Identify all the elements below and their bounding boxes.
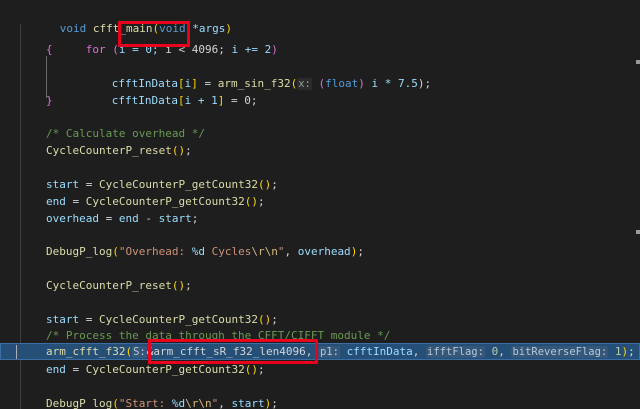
variable: end [46,363,66,376]
argument: cfftInData [346,345,413,358]
comment: /* Calculate overhead */ [46,127,205,140]
string-literal: Cycles [204,245,252,258]
code-line-zero[interactable]: cfftInData[i + 1] = 0; [0,75,640,107]
code-line-overhead[interactable]: overhead = end - start; [0,210,640,227]
code-line-sin[interactable]: cfftInData[i] = arm_sin_f32(x: (float) i… [0,58,640,90]
code-line-for[interactable]: for (i = 0; i < 4096; i += 2) [0,24,640,56]
parameter-hint: S: [132,346,147,358]
string-literal: "Overhead: [118,245,192,258]
scrollbar-marker[interactable] [636,230,640,234]
function-call[interactable]: DebugP_log [46,397,112,409]
variable: overhead [46,212,99,225]
argument: 0 [491,345,499,358]
brace-open: { [46,43,53,56]
variable: end [118,212,139,225]
parameter-hint: ifftFlag: [426,346,485,358]
variable: start [158,212,192,225]
code-line-reset1[interactable]: CycleCounterP_reset(); [0,142,640,159]
parameter-hint: bitReverseFlag: [511,346,609,358]
variable: start [231,397,265,409]
code-line-comment-overhead[interactable]: /* Calculate overhead */ [0,125,640,142]
code-line-end2[interactable]: end = CycleCounterP_getCount32(); [0,361,640,378]
code-line-end1[interactable]: end = CycleCounterP_getCount32(); [0,193,640,210]
code-line-signature[interactable]: void cfft_main(void *args) [0,3,640,35]
variable: start [46,313,80,326]
parameter-hint: p1: [318,346,340,358]
string-literal: " [277,245,285,258]
string-literal: "Start: [118,397,172,409]
escape-sequence: \r\n [185,397,212,409]
code-editor[interactable]: void cfft_main(void *args) for (i = 0; i… [0,0,640,409]
variable: start [46,178,80,191]
variable: end [46,195,66,208]
brace-close: } [46,94,53,107]
function-call[interactable]: CycleCounterP_getCount32 [99,313,258,326]
function-call[interactable]: CycleCounterP_getCount32 [99,178,258,191]
function-call[interactable]: arm_cfft_f32 [46,345,125,358]
code-line-comment-process[interactable]: /* Process the data through the CFFT/CIF… [0,327,640,344]
code-line-log-overhead[interactable]: DebugP_log("Overhead: %d Cycles\r\n", ov… [0,243,640,260]
variable: overhead [297,245,351,258]
format-specifier: %d [171,397,186,409]
argument: 1 [614,345,622,358]
function-call[interactable]: CycleCounterP_getCount32 [86,363,245,376]
function-call[interactable]: CycleCounterP_reset [46,144,172,157]
code-line-reset2[interactable]: CycleCounterP_reset(); [0,277,640,294]
code-line-brace-open[interactable]: { [0,41,640,58]
code-line-cfft-current[interactable]: arm_cfft_f32(S:&arm_cfft_sR_f32_len4096,… [0,343,640,360]
cfft-instance-argument[interactable]: &arm_cfft_sR_f32_len4096 [147,345,306,358]
format-specifier: %d [191,245,205,258]
code-line-brace-close[interactable]: } [0,92,640,109]
function-call[interactable]: DebugP_log [46,245,112,258]
string-literal: " [211,397,219,409]
text-caret [16,345,17,359]
comment: /* Process the data through the CFFT/CIF… [46,329,391,342]
code-line-start1[interactable]: start = CycleCounterP_getCount32(); [0,176,640,193]
code-line-start2[interactable]: start = CycleCounterP_getCount32(); [0,311,640,328]
function-call[interactable]: CycleCounterP_reset [46,279,172,292]
scrollbar-marker[interactable] [636,60,640,64]
escape-sequence: \r\n [251,245,278,258]
code-line-log-start[interactable]: DebugP_log("Start: %d\r\n", start); [0,395,640,409]
function-call[interactable]: CycleCounterP_getCount32 [86,195,245,208]
